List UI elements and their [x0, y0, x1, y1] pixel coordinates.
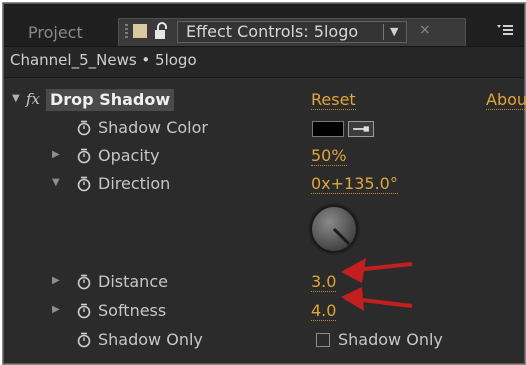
dropdown-arrow-icon[interactable]: ▼ — [390, 24, 398, 40]
about-link[interactable]: Abou — [486, 91, 526, 110]
shadow-only-checkbox-label[interactable]: Shadow Only — [338, 330, 443, 349]
tab-effect-controls[interactable]: Effect Controls: 5logo ▼ × — [118, 18, 466, 46]
shadow-color-swatch[interactable] — [312, 121, 344, 137]
property-label: Softness — [98, 301, 167, 320]
twisty-icon[interactable]: ▶ — [52, 304, 60, 315]
twisty-icon[interactable]: ▶ — [52, 149, 60, 160]
stopwatch-icon[interactable] — [76, 148, 92, 164]
property-label: Distance — [98, 272, 168, 291]
tab-title-dropdown[interactable]: Effect Controls: 5logo ▼ — [177, 21, 407, 43]
tab-title: Effect Controls: 5logo — [186, 22, 359, 41]
lock-icon[interactable] — [154, 22, 170, 40]
property-row-softness: ▶ Softness 4.0 — [4, 297, 524, 325]
distance-value[interactable]: 3.0 — [311, 273, 337, 292]
property-label: Direction — [98, 174, 171, 193]
panel-tab-bar: Project Effect Controls: 5logo ▼ × — [4, 4, 524, 47]
twisty-icon[interactable]: ▶ — [52, 275, 60, 286]
effect-name[interactable]: Drop Shadow — [46, 89, 175, 111]
property-label: Shadow Color — [98, 118, 208, 137]
tab-project-label: Project — [28, 23, 83, 42]
tab-project[interactable]: Project — [10, 20, 114, 46]
panel-menu-icon[interactable] — [496, 22, 514, 38]
twisty-icon[interactable]: ▼ — [12, 93, 20, 104]
color-square-icon — [133, 24, 147, 38]
effect-header-row[interactable]: ▼ fx Drop Shadow Reset Abou — [4, 86, 526, 114]
reset-link[interactable]: Reset — [311, 91, 356, 110]
stopwatch-icon[interactable] — [76, 303, 92, 319]
stopwatch-icon[interactable] — [76, 332, 92, 348]
direction-dial[interactable] — [305, 200, 363, 258]
property-label: Opacity — [98, 146, 160, 165]
stopwatch-icon[interactable] — [76, 176, 92, 192]
fx-icon[interactable]: fx — [26, 90, 40, 108]
property-row-opacity: ▶ Opacity 50% — [4, 142, 524, 170]
effect-controls-panel: Project Effect Controls: 5logo ▼ × Chann… — [3, 3, 526, 364]
tab-divider — [383, 24, 384, 40]
direction-value[interactable]: 0x+135.0° — [311, 175, 398, 194]
property-row-direction: ▼ Direction 0x+135.0° — [4, 170, 524, 198]
property-row-shadow-only: Shadow Only Shadow Only — [4, 326, 524, 354]
opacity-value[interactable]: 50% — [311, 147, 347, 166]
stopwatch-icon[interactable] — [76, 120, 92, 136]
effect-properties: ▼ fx Drop Shadow Reset Abou Shadow Color… — [4, 78, 526, 363]
stopwatch-icon[interactable] — [76, 274, 92, 290]
softness-value[interactable]: 4.0 — [311, 302, 337, 321]
grip-icon[interactable] — [125, 24, 128, 40]
twisty-icon[interactable]: ▼ — [52, 177, 60, 188]
shadow-only-checkbox[interactable] — [316, 333, 330, 347]
close-icon[interactable]: × — [419, 22, 431, 38]
eyedropper-icon[interactable] — [348, 121, 374, 137]
property-label: Shadow Only — [98, 330, 203, 349]
property-row-shadow-color: Shadow Color — [4, 114, 524, 142]
breadcrumb-bar: Channel_5_News • 5logo — [4, 47, 524, 78]
breadcrumb: Channel_5_News • 5logo — [10, 51, 197, 69]
property-row-distance: ▶ Distance 3.0 — [4, 268, 524, 296]
